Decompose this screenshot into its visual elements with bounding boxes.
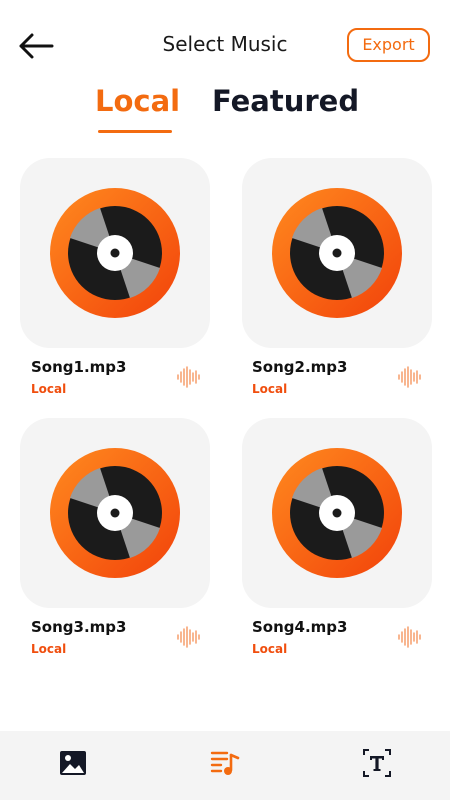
vinyl-disc-icon <box>272 448 402 578</box>
song-title: Song2.mp3 <box>252 358 348 376</box>
tab-bar: Local Featured <box>0 84 450 136</box>
song-source: Local <box>252 642 288 656</box>
sound-wave-icon <box>177 626 200 648</box>
song-card[interactable] <box>242 158 432 348</box>
song-title: Song3.mp3 <box>31 618 127 636</box>
play-preview-button[interactable] <box>397 366 421 388</box>
song-card[interactable] <box>20 158 210 348</box>
play-preview-button[interactable] <box>176 626 200 648</box>
song-title: Song4.mp3 <box>252 618 348 636</box>
bottom-nav <box>0 731 450 800</box>
vinyl-disc-icon <box>272 188 402 318</box>
sound-wave-icon <box>398 366 421 388</box>
sound-wave-icon <box>398 626 421 648</box>
nav-music-button[interactable] <box>209 747 241 779</box>
song-title: Song1.mp3 <box>31 358 127 376</box>
sound-wave-icon <box>177 366 200 388</box>
vinyl-disc-icon <box>50 188 180 318</box>
song-source: Local <box>252 382 288 396</box>
tab-featured[interactable]: Featured <box>212 84 359 118</box>
tab-local[interactable]: Local <box>95 84 180 118</box>
active-tab-indicator <box>98 130 172 133</box>
song-source: Local <box>31 642 67 656</box>
nav-image-button[interactable] <box>57 747 89 779</box>
song-card[interactable] <box>242 418 432 608</box>
nav-text-button[interactable] <box>361 747 393 779</box>
song-card[interactable] <box>20 418 210 608</box>
song-source: Local <box>31 382 67 396</box>
header: Select Music Export <box>0 0 450 88</box>
image-icon <box>60 751 86 775</box>
play-preview-button[interactable] <box>176 366 200 388</box>
export-button[interactable]: Export <box>347 28 430 62</box>
play-preview-button[interactable] <box>397 626 421 648</box>
music-playlist-icon <box>210 751 240 775</box>
vinyl-disc-icon <box>50 448 180 578</box>
text-icon <box>363 749 391 777</box>
